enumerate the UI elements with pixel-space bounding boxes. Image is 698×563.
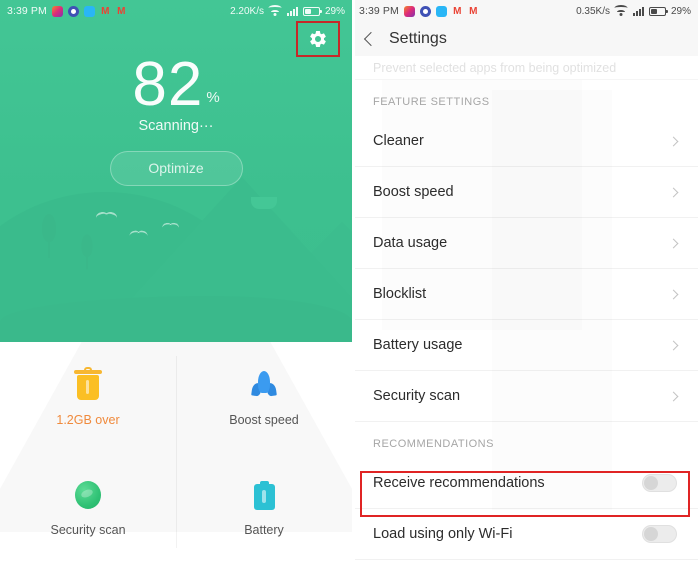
section-header-recommendations: RECOMMENDATIONS [373, 438, 494, 450]
instagram-icon [403, 5, 415, 17]
optimize-button[interactable]: Optimize [109, 150, 243, 186]
settings-row-label: Load using only Wi-Fi [373, 526, 513, 542]
left-status-bar: 3:39 PM M M 2.20K/s 29% [0, 0, 352, 22]
signal-icon [632, 6, 644, 16]
mountain-peak-decoration [251, 197, 277, 209]
receive-recommendations-toggle[interactable] [642, 474, 677, 492]
score-value: 82 [132, 50, 204, 119]
settings-row-security-scan[interactable]: Security scan [352, 371, 698, 422]
score-unit: % [206, 88, 220, 106]
battery-icon [648, 6, 668, 16]
page-title: Settings [389, 30, 447, 47]
camera-icon [67, 5, 79, 17]
feature-grid-area: 1.2GB over Boost speed Security scan Bat… [0, 342, 352, 563]
feature-label-security: Security scan [50, 523, 126, 538]
settings-header: Settings [352, 22, 698, 56]
settings-row-label: Data usage [373, 235, 448, 251]
feature-cell-boost[interactable]: Boost speed [176, 342, 352, 453]
feature-label-battery: Battery [244, 523, 284, 538]
settings-row-data-usage[interactable]: Data usage [352, 218, 698, 269]
settings-row-battery-usage[interactable]: Battery usage [352, 320, 698, 371]
app-icon [435, 5, 447, 17]
wifi-icon [614, 5, 628, 16]
settings-row-boost-speed[interactable]: Boost speed [352, 167, 698, 218]
gmail-icon: M [101, 5, 110, 17]
settings-row-label: Battery usage [373, 337, 463, 353]
chevron-right-icon [668, 289, 679, 299]
chevron-right-icon [668, 238, 679, 248]
faded-scrolled-row: Prevent selected apps from being optimiz… [352, 56, 698, 80]
scan-status-text: Scanning··· [138, 117, 214, 134]
score-block: 82 % Scanning··· [0, 50, 352, 134]
chevron-right-icon [668, 136, 679, 146]
tree-icon [42, 214, 56, 258]
score-hero: 3:39 PM M M 2.20K/s 29% 82 % Scanning···… [0, 0, 352, 342]
settings-row-receive-recommendations[interactable]: Receive recommendations [352, 458, 698, 509]
shield-icon [73, 478, 103, 512]
settings-row-cleaner[interactable]: Cleaner [352, 116, 698, 167]
feature-cell-security[interactable]: Security scan [0, 453, 176, 563]
status-time: 3:39 PM [7, 5, 47, 17]
back-icon[interactable] [363, 31, 379, 47]
section-header-feature-settings: FEATURE SETTINGS [373, 96, 490, 108]
settings-row-label: Security scan [373, 388, 461, 404]
bird-icon [130, 231, 149, 239]
settings-panel: 3:39 PM M M 0.35K/s 29% Settings Prevent… [352, 0, 698, 563]
network-speed: 0.35K/s [576, 5, 610, 17]
battery-icon [249, 478, 279, 512]
settings-row-label: Cleaner [373, 133, 424, 149]
battery-icon [302, 6, 322, 16]
settings-row-load-using-only-wifi[interactable]: Load using only Wi-Fi [352, 509, 698, 560]
camera-icon [419, 5, 431, 17]
settings-row-label: Receive recommendations [373, 475, 545, 491]
wifi-icon [268, 5, 282, 16]
grid-divider [176, 356, 177, 548]
load-using-only-wifi-toggle[interactable] [642, 525, 677, 543]
right-status-bar: 3:39 PM M M 0.35K/s 29% [352, 0, 698, 22]
security-app-panel: 3:39 PM M M 2.20K/s 29% 82 % Scanning···… [0, 0, 352, 563]
settings-row-label: Boost speed [373, 184, 454, 200]
score-row: 82 % [132, 50, 220, 119]
battery-percent: 29% [670, 5, 691, 17]
feature-label-boost: Boost speed [229, 412, 299, 427]
trash-icon [73, 366, 103, 402]
gmail-icon: M [117, 5, 126, 17]
bird-icon [162, 223, 180, 230]
rocket-icon [249, 368, 279, 402]
bird-icon [96, 212, 118, 221]
app-icon [83, 5, 95, 17]
feature-cell-battery[interactable]: Battery [176, 453, 352, 563]
signal-icon [286, 6, 298, 16]
settings-row-blocklist[interactable]: Blocklist [352, 269, 698, 320]
settings-row-label: Blocklist [373, 286, 427, 302]
panel-separator [352, 0, 355, 563]
chevron-right-icon [668, 391, 679, 401]
tree-icon [81, 234, 93, 270]
gmail-icon: M [469, 5, 478, 17]
status-bar-right: 2.20K/s 29% [230, 5, 345, 17]
gear-icon [310, 30, 326, 48]
status-bar-left: 3:39 PM M M [359, 5, 479, 17]
settings-gear-button[interactable] [296, 21, 340, 57]
status-time: 3:39 PM [359, 5, 399, 17]
instagram-icon [51, 5, 63, 17]
status-bar-left: 3:39 PM M M [7, 5, 127, 17]
screenshot-root: 3:39 PM M M 2.20K/s 29% 82 % Scanning···… [0, 0, 698, 563]
feature-cell-storage[interactable]: 1.2GB over [0, 342, 176, 453]
feature-label-storage: 1.2GB over [56, 412, 120, 427]
network-speed: 2.20K/s [230, 5, 264, 17]
status-bar-right: 0.35K/s 29% [576, 5, 691, 17]
chevron-right-icon [668, 187, 679, 197]
gmail-icon: M [453, 5, 462, 17]
chevron-right-icon [668, 340, 679, 350]
battery-percent: 29% [324, 5, 345, 17]
